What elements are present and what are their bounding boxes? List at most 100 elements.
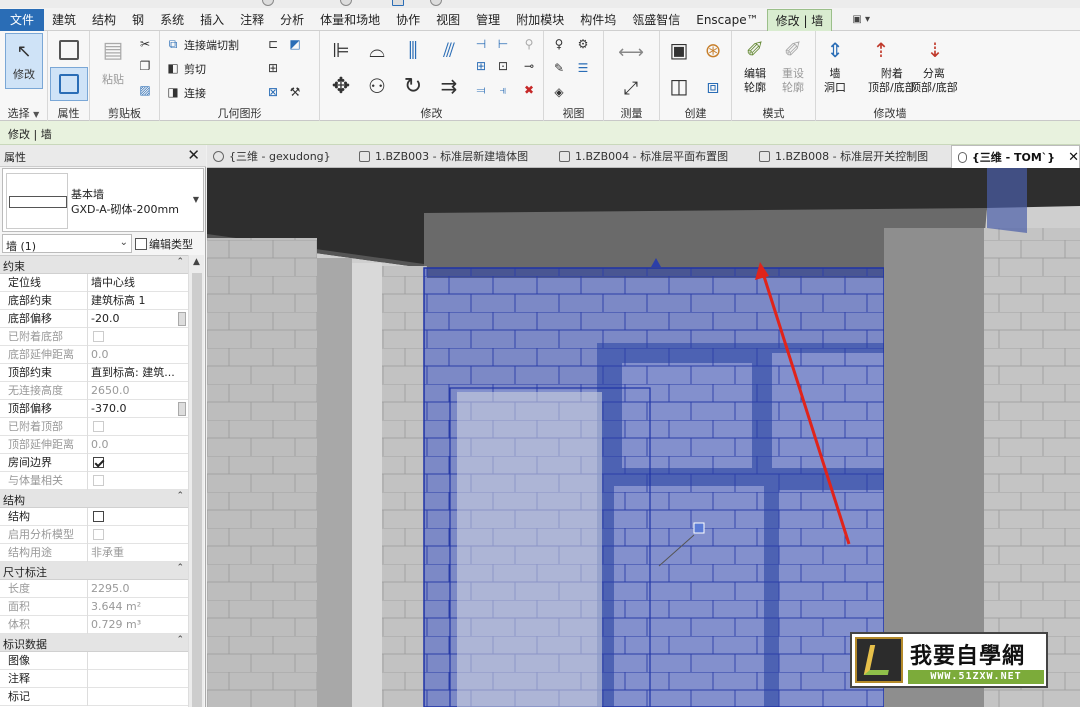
property-value[interactable]: 直到标高: 建筑... bbox=[89, 364, 188, 382]
tab-component-dock[interactable]: 构件坞 bbox=[572, 9, 624, 31]
cut-scissors-icon[interactable]: ✂ bbox=[136, 35, 154, 53]
qat-circle-icon[interactable] bbox=[340, 0, 352, 6]
tab-systems[interactable]: 系统 bbox=[152, 9, 192, 31]
tab-massing-site[interactable]: 体量和场地 bbox=[312, 9, 388, 31]
match-type-icon[interactable]: ▨ bbox=[136, 81, 154, 99]
join-cut-icon[interactable]: ⧉ bbox=[164, 35, 182, 53]
view-tab[interactable]: 1.BZB003 - 标准层新建墙体图 bbox=[353, 145, 553, 168]
property-group-header[interactable]: 标识数据 ⌃ bbox=[0, 634, 188, 652]
mirror-axis-icon[interactable]: ⫼ bbox=[394, 33, 432, 67]
property-value[interactable]: -370.0 bbox=[89, 400, 188, 418]
view-tab[interactable]: 1.BZB004 - 标准层平面布置图 bbox=[553, 145, 753, 168]
edit-profile-label[interactable]: 编辑 轮廓 bbox=[744, 67, 766, 95]
property-value[interactable]: 建筑标高 1 bbox=[89, 292, 188, 310]
modify-button[interactable]: ↖ 修改 bbox=[5, 33, 43, 89]
property-value[interactable] bbox=[89, 652, 188, 670]
create-assembly-icon[interactable]: ▣ bbox=[660, 33, 698, 67]
split-face-icon[interactable]: ◩ bbox=[286, 35, 304, 53]
override-icon[interactable]: ⚙ bbox=[574, 35, 592, 53]
view-tab[interactable]: 1.BZB008 - 标准层开关控制图 bbox=[753, 145, 949, 168]
trim-icon[interactable]: ⫤ bbox=[472, 81, 490, 99]
property-value[interactable] bbox=[89, 670, 188, 688]
create-parts-icon[interactable]: ⊛ bbox=[694, 33, 732, 67]
tab-view[interactable]: 视图 bbox=[428, 9, 468, 31]
dimension-icon[interactable]: ⤢ bbox=[612, 71, 650, 105]
join-label[interactable]: 连接 bbox=[184, 85, 206, 101]
attach-top-base-icon[interactable]: ⇡ bbox=[862, 33, 900, 67]
tab-architecture[interactable]: 建筑 bbox=[44, 9, 84, 31]
3d-viewport[interactable] bbox=[207, 168, 1080, 707]
split-icon[interactable]: ⊣ bbox=[472, 35, 490, 53]
attach-top-base-label[interactable]: 附着 顶部/底部 bbox=[868, 67, 916, 95]
collapse-icon[interactable]: ⌃ bbox=[176, 257, 184, 267]
collapse-icon[interactable]: ⌃ bbox=[176, 563, 184, 573]
wall-opening-label[interactable]: 墙洞口 bbox=[824, 67, 846, 95]
split-gap-icon[interactable]: ⊢ bbox=[494, 35, 512, 53]
hammer-icon[interactable]: ⚒ bbox=[286, 83, 304, 101]
view-tab[interactable]: {三维 - gexudong} bbox=[207, 145, 353, 168]
tab-modify-wall[interactable]: 修改 | 墙 bbox=[766, 9, 833, 31]
ribbon-display-dropdown[interactable]: ▣ ▾ bbox=[844, 9, 878, 31]
chevron-down-icon[interactable]: ⌄ bbox=[120, 237, 128, 248]
collapse-icon[interactable]: ⌃ bbox=[176, 491, 184, 501]
property-value[interactable]: 墙中心线 bbox=[89, 274, 188, 292]
tab-annotate[interactable]: 注释 bbox=[232, 9, 272, 31]
trim-extend-icon[interactable]: ⇉ bbox=[430, 69, 468, 103]
close-tab-icon[interactable]: ✕ bbox=[1068, 146, 1079, 169]
instance-filter[interactable]: 墙 (1) ⌄ bbox=[2, 234, 132, 253]
tab-enscape[interactable]: Enscape™ bbox=[688, 9, 766, 31]
property-checkbox[interactable] bbox=[93, 511, 104, 522]
type-properties-icon[interactable] bbox=[50, 33, 88, 67]
property-value[interactable] bbox=[89, 508, 188, 526]
pin-icon[interactable]: ⚲ bbox=[520, 35, 538, 53]
tab-analyze[interactable]: 分析 bbox=[272, 9, 312, 31]
cut-geometry-icon[interactable]: ◧ bbox=[164, 59, 182, 77]
rotate-icon[interactable]: ↻ bbox=[394, 69, 432, 103]
align-icon[interactable]: ⊫ bbox=[322, 33, 360, 67]
reset-profile-icon[interactable]: ✐ bbox=[774, 33, 812, 67]
properties-scrollbar[interactable]: ▲ bbox=[188, 255, 204, 707]
type-selector[interactable]: 基本墙 GXD-A-砌体-200mm ▼ bbox=[2, 168, 204, 232]
properties-palette-icon[interactable] bbox=[50, 67, 88, 101]
property-group-header[interactable]: 尺寸标注 ⌃ bbox=[0, 562, 188, 580]
property-value[interactable]: -20.0 bbox=[89, 310, 188, 328]
tab-lingsheng[interactable]: 瓴盛智信 bbox=[624, 9, 688, 31]
value-spinner[interactable] bbox=[178, 402, 186, 416]
tab-structure[interactable]: 结构 bbox=[84, 9, 124, 31]
unpin-icon[interactable]: ⊸ bbox=[520, 57, 538, 75]
tab-insert[interactable]: 插入 bbox=[192, 9, 232, 31]
edit-profile-icon[interactable]: ✐ bbox=[736, 33, 774, 67]
scroll-thumb[interactable] bbox=[192, 273, 202, 707]
move-icon[interactable]: ✥ bbox=[322, 69, 360, 103]
chevron-down-icon[interactable]: ▼ bbox=[193, 195, 199, 204]
detach-top-base-icon[interactable]: ⇣ bbox=[916, 33, 954, 67]
view-paint-icon[interactable]: ◈ bbox=[550, 83, 568, 101]
hide-element-icon[interactable]: ♀ bbox=[550, 35, 568, 53]
create-group-icon[interactable]: ◫ bbox=[660, 69, 698, 103]
wall-opening-icon[interactable]: ⇕ bbox=[816, 33, 854, 67]
scroll-up-icon[interactable]: ▲ bbox=[193, 257, 200, 267]
tab-file[interactable]: 文件 bbox=[0, 9, 45, 31]
qat-window-icon[interactable] bbox=[392, 0, 404, 6]
cut-label[interactable]: 剪切 bbox=[184, 61, 206, 77]
array-icon[interactable]: ⊞ bbox=[472, 57, 490, 75]
close-icon[interactable]: ✕ bbox=[187, 146, 200, 164]
view-tab-active[interactable]: {三维 - TOM`} ✕ bbox=[951, 145, 1080, 168]
join-geometry-icon[interactable]: ◨ bbox=[164, 83, 182, 101]
panel-title-select[interactable]: 选择 ▼ bbox=[0, 105, 47, 120]
property-group-header[interactable]: 结构 ⌃ bbox=[0, 490, 188, 508]
copy-element-icon[interactable]: ⚇ bbox=[358, 69, 396, 103]
value-spinner[interactable] bbox=[178, 312, 186, 326]
collapse-icon[interactable]: ⌃ bbox=[176, 635, 184, 645]
property-value[interactable] bbox=[89, 454, 188, 472]
tab-collaborate[interactable]: 协作 bbox=[388, 9, 428, 31]
extend-icon[interactable]: ⫣ bbox=[494, 81, 512, 99]
tab-addins[interactable]: 附加模块 bbox=[508, 9, 572, 31]
linework-brush-icon[interactable]: ✎ bbox=[550, 59, 568, 77]
wall-join-icon[interactable]: ⊏ bbox=[264, 35, 282, 53]
offset-icon[interactable]: ⌓ bbox=[358, 33, 396, 67]
create-similar-icon[interactable]: ⧈ bbox=[694, 69, 732, 103]
mirror-draw-icon[interactable]: ⫻ bbox=[430, 33, 468, 67]
detach-top-base-label[interactable]: 分离 顶部/底部 bbox=[910, 67, 958, 95]
copy-icon[interactable]: ❐ bbox=[136, 57, 154, 75]
